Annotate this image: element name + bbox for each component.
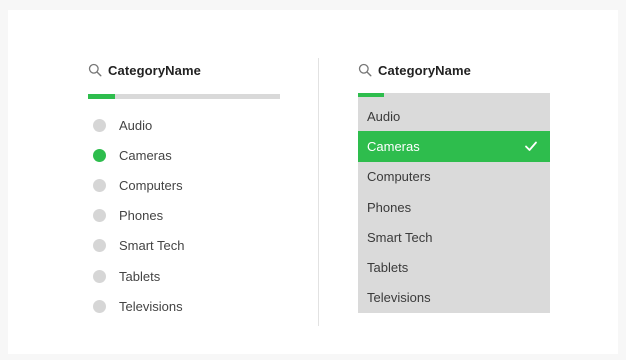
radio-option-phones[interactable]: Phones xyxy=(88,201,280,231)
radio-label: Smart Tech xyxy=(119,238,185,254)
radio-label: Audio xyxy=(119,117,153,133)
list-option-televisions[interactable]: Televisions xyxy=(358,283,550,313)
radio-label: Televisions xyxy=(119,298,183,314)
list-option-smart-tech[interactable]: Smart Tech xyxy=(358,222,550,252)
radio-dot[interactable] xyxy=(93,118,106,132)
radio-option-cameras[interactable]: Cameras xyxy=(88,140,280,170)
radio-dot[interactable] xyxy=(93,209,106,223)
radio-dot[interactable] xyxy=(93,148,106,162)
radio-option-tablets[interactable]: Tablets xyxy=(88,261,280,291)
list-option-phones[interactable]: Phones xyxy=(358,192,550,222)
field-name: CategoryName xyxy=(378,62,471,78)
list-option-audio[interactable]: Audio xyxy=(358,101,550,131)
category-listbox: Audio Cameras Computers Phones Smart Tech Tab… xyxy=(358,93,550,313)
radio-dot[interactable] xyxy=(93,269,106,283)
option-label: Phones xyxy=(367,199,412,215)
radio-option-televisions[interactable]: Televisions xyxy=(88,291,280,321)
radio-option-audio[interactable]: Audio xyxy=(88,110,280,140)
list-option-computers[interactable]: Computers xyxy=(358,162,550,192)
panel-divider xyxy=(318,58,319,326)
listbox-accent-bar xyxy=(358,93,384,97)
radio-label: Computers xyxy=(119,177,183,193)
progress-fill xyxy=(88,94,115,99)
radio-filter-panel: CategoryName Audio Cameras Computers Phones… xyxy=(88,60,280,321)
field-name: CategoryName xyxy=(108,62,201,78)
radio-option-smart-tech[interactable]: Smart Tech xyxy=(88,231,280,261)
radio-dot[interactable] xyxy=(93,239,106,253)
search-icon[interactable] xyxy=(88,63,102,77)
check-icon xyxy=(525,141,537,152)
option-label: Televisions xyxy=(367,290,431,306)
option-label: Smart Tech xyxy=(367,229,433,245)
radio-label: Phones xyxy=(119,208,164,224)
field-header: CategoryName xyxy=(358,60,550,80)
selection-progress-bar xyxy=(88,94,280,99)
option-label: Tablets xyxy=(367,260,409,276)
option-label: Computers xyxy=(367,169,431,185)
option-label: Audio xyxy=(367,108,401,124)
option-label: Cameras xyxy=(367,138,420,154)
option-list: Audio Cameras Computers Phones Smart Tech Tab… xyxy=(358,93,550,313)
radio-label: Tablets xyxy=(119,268,161,284)
search-icon[interactable] xyxy=(358,63,372,77)
radio-dot[interactable] xyxy=(93,178,106,192)
field-header: CategoryName xyxy=(88,60,280,80)
list-option-cameras[interactable]: Cameras xyxy=(358,131,550,162)
radio-option-computers[interactable]: Computers xyxy=(88,170,280,200)
radio-label: Cameras xyxy=(119,147,172,163)
listbox-filter-panel: CategoryName Audio Cameras Computers Phones… xyxy=(358,60,550,313)
list-option-tablets[interactable]: Tablets xyxy=(358,252,550,282)
radio-list: Audio Cameras Computers Phones Smart Tech Tab… xyxy=(88,110,280,321)
radio-dot[interactable] xyxy=(93,299,106,313)
